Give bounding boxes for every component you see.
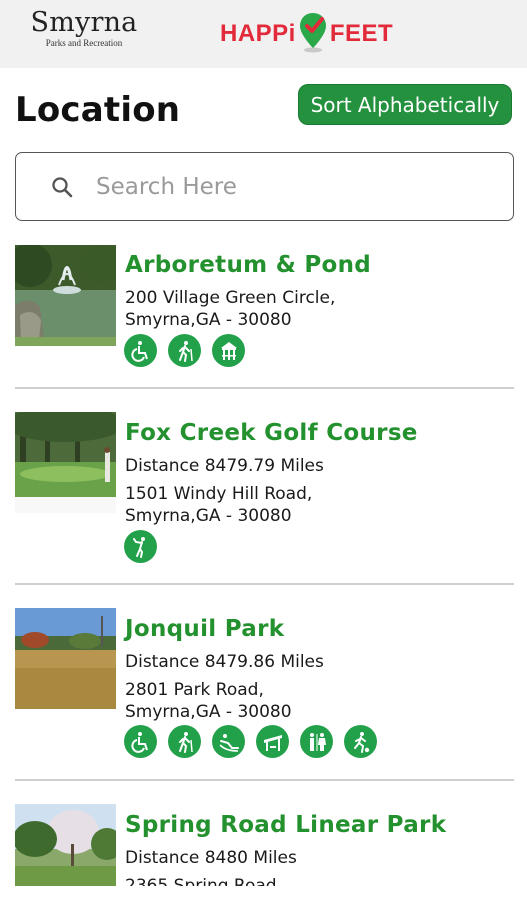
- brand-left-text: HAPPi: [220, 20, 296, 47]
- location-photo: [15, 804, 116, 886]
- happi-feet-logo: HAPPi FEET: [220, 12, 393, 56]
- amenity-icons: [124, 334, 245, 367]
- wheelchair-icon: [124, 725, 157, 758]
- smyrna-logo: Smyrna Parks and Recreation: [28, 8, 140, 49]
- distance-text: Distance 8479.86 Miles: [125, 652, 324, 672]
- brand-right-text: FEET: [329, 20, 394, 47]
- address-line-1: 2365 Spring Road: [125, 876, 277, 886]
- hiking-icon: [168, 725, 201, 758]
- address-line-1: 1501 Windy Hill Road,: [125, 484, 313, 504]
- search-icon: [52, 177, 73, 198]
- location-photo: [15, 245, 116, 346]
- gazebo-icon: [212, 334, 245, 367]
- soccer-icon: [344, 725, 377, 758]
- playground-slide-icon: [212, 725, 245, 758]
- page-title: Location: [15, 90, 181, 130]
- location-name[interactable]: Jonquil Park: [125, 616, 284, 642]
- address-line-1: 200 Village Green Circle,: [125, 288, 336, 308]
- amenity-icons: [124, 725, 377, 758]
- location-list[interactable]: Arboretum & Pond 200 Village Green Circl…: [0, 230, 527, 886]
- search-bar[interactable]: [15, 152, 514, 221]
- item-divider: [15, 583, 514, 585]
- location-photo: [15, 608, 116, 709]
- logo-city-name: Smyrna: [30, 7, 138, 38]
- location-name[interactable]: Spring Road Linear Park: [125, 812, 446, 838]
- location-check-icon: [298, 11, 328, 57]
- address-line-2: Smyrna,GA - 30080: [125, 310, 292, 330]
- location-name[interactable]: Fox Creek Golf Course: [125, 420, 418, 446]
- search-input[interactable]: [96, 167, 496, 207]
- logo-department: Parks and Recreation: [45, 38, 123, 48]
- distance-text: Distance 8479.79 Miles: [125, 456, 324, 476]
- golf-icon: [124, 530, 157, 563]
- distance-text: Distance 8480 Miles: [125, 848, 297, 868]
- sort-alphabetically-button[interactable]: Sort Alphabetically: [298, 84, 512, 125]
- item-divider: [15, 779, 514, 781]
- amenity-icons: [124, 530, 157, 563]
- item-divider: [15, 387, 514, 389]
- wheelchair-icon: [124, 334, 157, 367]
- hiking-icon: [168, 334, 201, 367]
- app-header: Smyrna Parks and Recreation HAPPi FEET: [0, 0, 527, 68]
- pavilion-icon: [256, 725, 289, 758]
- address-line-2: Smyrna,GA - 30080: [125, 702, 292, 722]
- location-photo: [15, 412, 116, 513]
- restroom-icon: [300, 725, 333, 758]
- location-name[interactable]: Arboretum & Pond: [125, 252, 371, 278]
- address-line-2: Smyrna,GA - 30080: [125, 506, 292, 526]
- address-line-1: 2801 Park Road,: [125, 680, 264, 700]
